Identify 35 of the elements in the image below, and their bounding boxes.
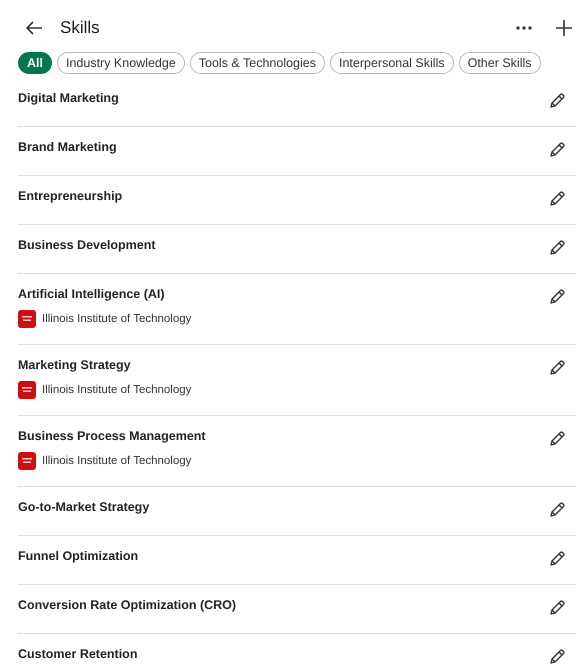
skill-name: Business Development (18, 237, 157, 254)
edit-pencil-icon[interactable] (548, 92, 566, 110)
skill-name: Marketing Strategy (18, 357, 132, 374)
skill-name: Artificial Intelligence (AI) (18, 286, 166, 303)
edit-pencil-icon[interactable] (548, 190, 566, 208)
edit-pencil-icon[interactable] (548, 430, 566, 448)
skill-name: Go-to-Market Strategy (18, 499, 150, 516)
skill-name: Customer Retention (18, 646, 138, 663)
edit-pencil-icon[interactable] (548, 288, 566, 306)
skill-name: Conversion Rate Optimization (CRO) (18, 597, 238, 614)
edit-pencil-icon[interactable] (548, 141, 566, 159)
skill-name: Entrepreneurship (18, 188, 124, 205)
skill-name: Digital Marketing (18, 90, 120, 107)
school-logo-icon (18, 381, 36, 399)
filter-chip[interactable]: Industry Knowledge (56, 52, 185, 74)
filter-chip[interactable]: Other Skills (458, 52, 541, 74)
add-icon[interactable] (553, 17, 575, 39)
edit-pencil-icon[interactable] (548, 501, 566, 519)
skill-name: Funnel Optimization (18, 548, 140, 565)
page-title: Skills (60, 18, 101, 38)
school-name: Illinois Institute of Technology (42, 313, 192, 325)
school-name: Illinois Institute of Technology (42, 384, 192, 396)
school-name: Illinois Institute of Technology (42, 455, 192, 467)
skill-name: Business Process Management (18, 428, 207, 445)
school-logo-icon (18, 310, 36, 328)
edit-pencil-icon[interactable] (548, 239, 566, 257)
edit-pencil-icon[interactable] (548, 550, 566, 568)
edit-pencil-icon[interactable] (548, 648, 566, 666)
edit-pencil-icon[interactable] (548, 359, 566, 377)
filter-chip[interactable]: Tools & Technologies (190, 52, 325, 74)
school-logo-icon (18, 452, 36, 470)
edit-pencil-icon[interactable] (548, 599, 566, 617)
filter-chip[interactable]: All (18, 52, 52, 74)
filter-chip[interactable]: Interpersonal Skills (330, 52, 454, 74)
skill-name: Brand Marketing (18, 139, 118, 156)
